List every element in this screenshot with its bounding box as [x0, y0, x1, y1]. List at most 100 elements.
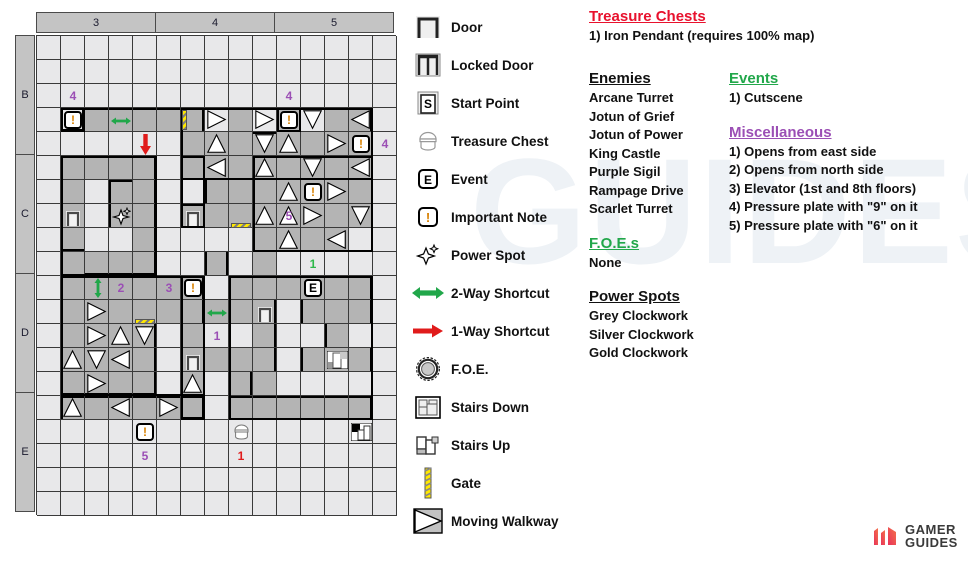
map-cell — [205, 468, 229, 492]
map-cell — [325, 420, 349, 444]
map-cell — [85, 348, 109, 372]
map-cell — [277, 348, 301, 372]
map-cell — [205, 180, 229, 204]
map-cell — [301, 468, 325, 492]
map-cell — [181, 348, 205, 372]
map-cell — [61, 36, 85, 60]
map-cell — [349, 132, 373, 156]
map-cell — [61, 252, 85, 276]
map-cell — [181, 300, 205, 324]
map-cell — [133, 132, 157, 156]
map-cell — [253, 300, 277, 324]
enemy-item: Rampage Drive — [589, 182, 684, 198]
map-cell — [301, 492, 325, 516]
misc-item: 3) Elevator (1st and 8th floors) — [729, 180, 917, 196]
enemy-item: Scarlet Turret — [589, 201, 673, 216]
misc-item: 1) Opens from east side — [729, 143, 877, 159]
map-cell — [349, 108, 373, 132]
map-cell — [277, 444, 301, 468]
map-cell — [229, 84, 253, 108]
map-cell — [349, 468, 373, 492]
map-cell — [253, 396, 277, 420]
map-cell — [373, 228, 397, 252]
gamer-guides-logo: GAMER GUIDES — [872, 523, 958, 549]
map-cell — [205, 420, 229, 444]
map-column-header: 3 — [36, 12, 156, 33]
map-cell — [157, 60, 181, 84]
map-cell — [301, 444, 325, 468]
map-cell — [85, 300, 109, 324]
map-cell — [37, 444, 61, 468]
map-row-header: E — [15, 392, 35, 512]
map-cell — [325, 300, 349, 324]
map-cell — [325, 276, 349, 300]
map-cell — [325, 348, 349, 372]
map-cell — [349, 156, 373, 180]
map-cell — [85, 444, 109, 468]
map-cell — [373, 300, 397, 324]
map-cell — [205, 156, 229, 180]
map-cell — [205, 492, 229, 516]
map-cell — [85, 108, 109, 132]
map-cell — [133, 228, 157, 252]
map-cell — [85, 324, 109, 348]
map-cell — [253, 204, 277, 228]
enemy-item: King Castle — [589, 145, 661, 161]
legend-item-start-point: S Start Point — [405, 84, 580, 122]
map-cell — [181, 276, 205, 300]
map-cell — [109, 252, 133, 276]
map-cell — [349, 420, 373, 444]
map-cell — [109, 228, 133, 252]
map-cell — [133, 204, 157, 228]
map-cell — [37, 468, 61, 492]
map-cell — [37, 228, 61, 252]
legend-item-label: Gate — [451, 475, 482, 491]
map-cell — [181, 444, 205, 468]
map-column-header: 5 — [274, 12, 394, 33]
map-cell — [373, 492, 397, 516]
foes-title: F.O.E.s — [589, 234, 640, 252]
map-cell — [109, 60, 133, 84]
map-cell — [133, 84, 157, 108]
events-title: Events — [729, 70, 779, 87]
map-cell — [61, 108, 85, 132]
map-cell — [181, 228, 205, 252]
map-column-header: 4 — [155, 12, 275, 33]
map-cell — [301, 132, 325, 156]
map-cell — [133, 468, 157, 492]
map-cell — [373, 372, 397, 396]
gate-icon — [405, 467, 451, 499]
map-cell — [157, 252, 181, 276]
map-cell — [229, 132, 253, 156]
map-cell — [109, 180, 133, 204]
map-cell — [373, 132, 397, 156]
map-cell — [301, 228, 325, 252]
stairs-down-icon — [405, 395, 451, 419]
map-cell — [325, 396, 349, 420]
map-cell — [373, 156, 397, 180]
map-cell — [85, 156, 109, 180]
map-cell — [277, 396, 301, 420]
map-cell — [61, 60, 85, 84]
map-legend: Door Locked Door S Start Point Treasure Ches… — [405, 8, 580, 540]
map-cell — [325, 324, 349, 348]
legend-item-label: Important Note — [451, 209, 547, 225]
map-cell — [133, 372, 157, 396]
map-cell — [181, 468, 205, 492]
map-cell — [157, 444, 181, 468]
map-cell — [133, 60, 157, 84]
legend-item-label: Moving Walkway — [451, 513, 559, 529]
map-cell — [373, 276, 397, 300]
map-cell — [205, 60, 229, 84]
one-way-shortcut-icon — [405, 324, 451, 338]
map-cell — [133, 300, 157, 324]
map-cell — [349, 348, 373, 372]
map-cell — [325, 108, 349, 132]
map-cell — [109, 132, 133, 156]
map-cell — [253, 276, 277, 300]
map-cell — [109, 348, 133, 372]
map-cell — [301, 300, 325, 324]
map-cell — [133, 252, 157, 276]
foes-item: None — [589, 254, 622, 270]
map-cell — [229, 228, 253, 252]
